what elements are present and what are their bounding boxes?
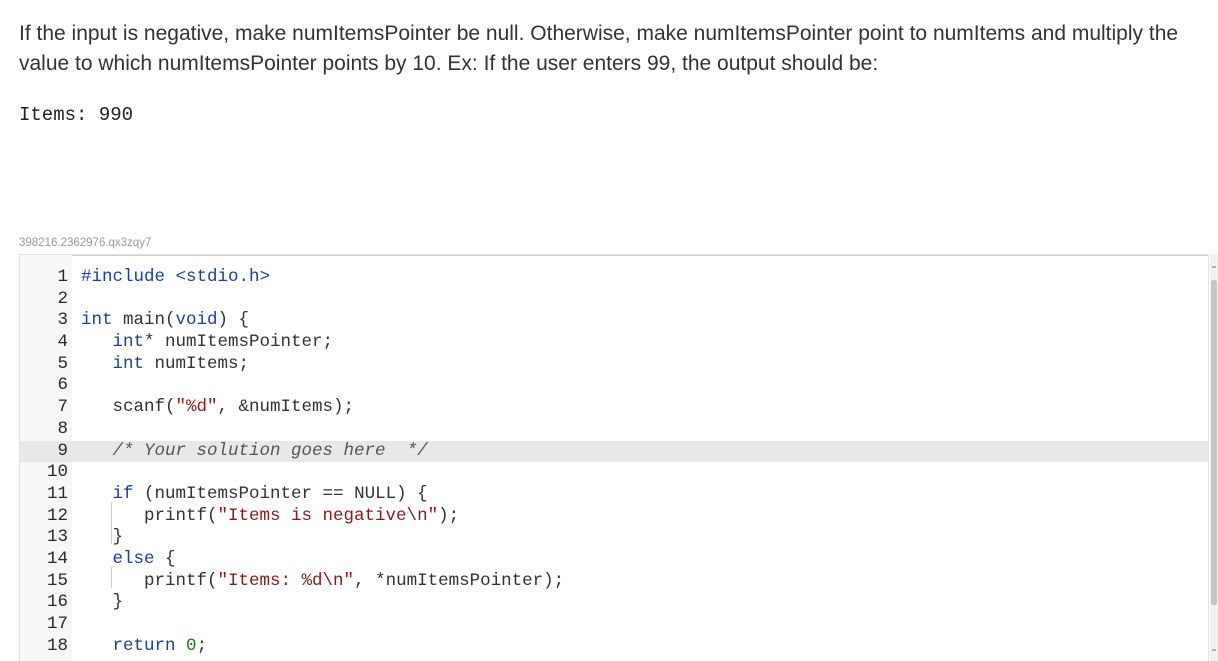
scroll-up-icon[interactable] — [1212, 266, 1216, 268]
scrollbar-thumb[interactable] — [1211, 280, 1217, 605]
code-line[interactable]: 13 } — [20, 527, 1208, 549]
code-line[interactable]: 7 scanf("%d", &numItems); — [20, 397, 1208, 419]
code-text[interactable]: int* numItemsPointer; — [81, 332, 334, 354]
code-text[interactable]: #include <stdio.h> — [81, 267, 270, 289]
lab-id: 398216.2362976.qx3zqy7 — [19, 237, 152, 249]
code-text[interactable]: } — [81, 527, 124, 549]
line-number: 18 — [46, 635, 68, 656]
code-line[interactable]: 10 — [20, 462, 1208, 484]
problem-statement: If the input is negative, make numItemsP… — [19, 22, 1179, 75]
code-line[interactable]: 14 else { — [20, 549, 1208, 571]
code-text[interactable]: /* Your solution goes here */ — [81, 441, 428, 463]
code-line[interactable]: 16 } — [20, 592, 1208, 614]
line-number: 14 — [46, 548, 68, 569]
editor-scrollbar[interactable] — [1210, 254, 1218, 661]
code-line[interactable]: 18 return 0; — [20, 636, 1208, 658]
code-text[interactable]: int main(void) { — [81, 310, 249, 332]
line-number: 8 — [57, 418, 68, 439]
code-text[interactable]: return 0; — [81, 636, 208, 658]
expected-output: Items: 990 — [19, 104, 134, 126]
code-line[interactable]: 4 int* numItemsPointer; — [20, 332, 1208, 354]
code-line[interactable]: 5 int numItems; — [20, 354, 1208, 376]
code-line[interactable]: 15 printf("Items: %d\n", *numItemsPointe… — [20, 571, 1208, 593]
line-number: 17 — [46, 614, 68, 634]
code-text[interactable]: if (numItemsPointer == NULL) { — [81, 484, 428, 506]
code-line[interactable]: 11 if (numItemsPointer == NULL) { — [20, 484, 1208, 506]
code-line[interactable]: 2 — [20, 289, 1208, 311]
line-number: 6 — [57, 375, 68, 396]
code-text[interactable]: scanf("%d", &numItems); — [81, 397, 355, 419]
editor-top-border — [20, 255, 1208, 256]
line-number: 13 — [46, 527, 68, 548]
code-text[interactable]: printf("Items is negative\n"); — [81, 506, 459, 528]
line-number: 4 — [57, 332, 68, 353]
code-text[interactable]: int numItems; — [81, 354, 250, 376]
line-number: 5 — [57, 353, 68, 374]
line-number: 2 — [57, 288, 68, 309]
line-number: 11 — [46, 483, 68, 504]
code-line[interactable]: 3 int main(void) { — [20, 310, 1208, 332]
code-line[interactable]: 6 — [20, 375, 1208, 397]
line-number: 12 — [46, 505, 68, 526]
line-number: 16 — [46, 592, 68, 613]
code-line[interactable]: 9 /* Your solution goes here */ — [20, 440, 1208, 463]
line-number: 1 — [57, 267, 68, 287]
code-line[interactable]: 12 printf("Items is negative\n"); — [20, 506, 1208, 528]
code-line[interactable]: 17 — [20, 614, 1208, 636]
line-number: 10 — [46, 462, 68, 483]
line-number: 9 — [57, 440, 68, 461]
code-text[interactable]: else { — [81, 549, 176, 571]
line-number: 15 — [46, 570, 68, 591]
line-number: 3 — [57, 310, 68, 331]
line-number: 7 — [57, 397, 68, 418]
code-text[interactable]: } — [81, 592, 124, 614]
code-line[interactable]: 1 #include <stdio.h> — [20, 267, 1208, 289]
code-text[interactable]: printf("Items: %d\n", *numItemsPointer); — [81, 571, 564, 593]
scroll-down-icon[interactable] — [1212, 649, 1216, 651]
code-line[interactable]: 8 — [20, 419, 1208, 441]
code-editor[interactable]: 1 #include <stdio.h> 2 3 int main(void) {4 i… — [19, 254, 1209, 661]
code-lines[interactable]: 1 #include <stdio.h> 2 3 int main(void) {4 i… — [20, 267, 1208, 657]
